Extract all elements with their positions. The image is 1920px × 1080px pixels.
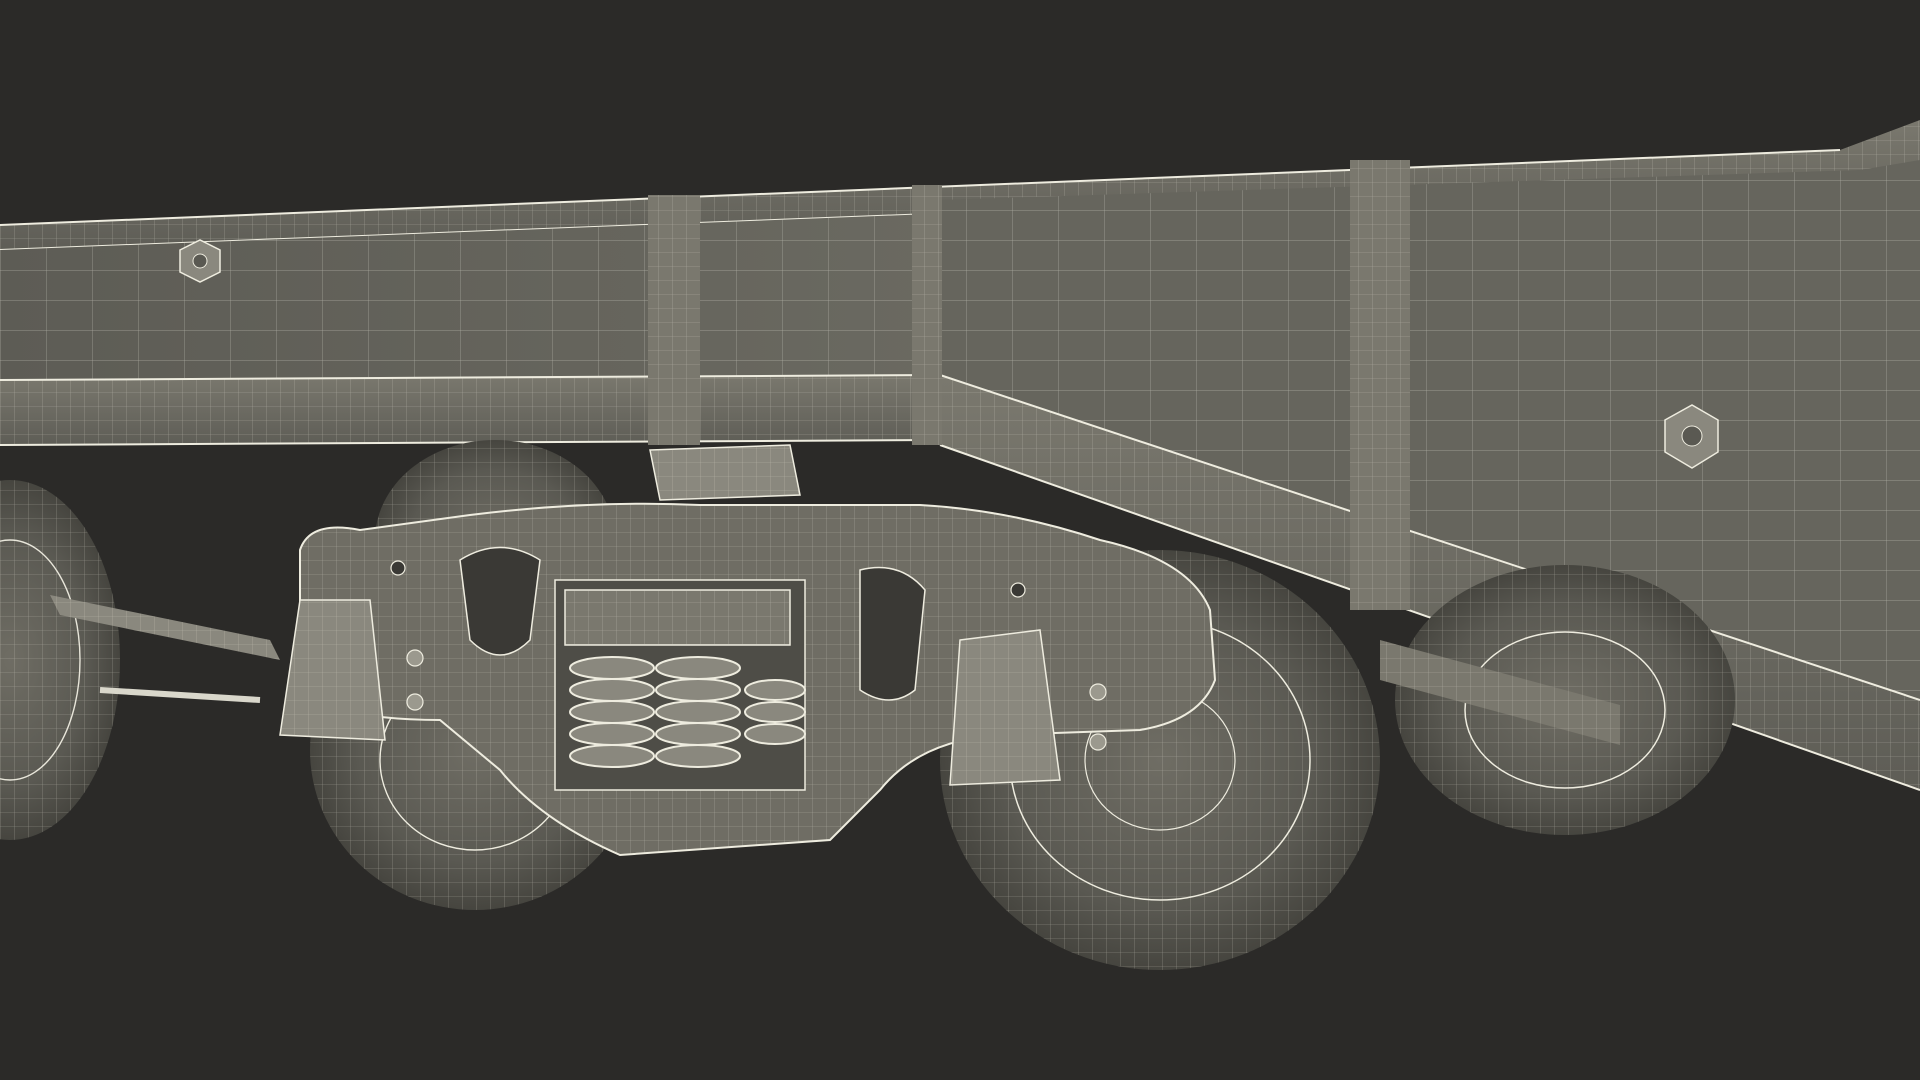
- lower-beam: [0, 374, 941, 446]
- frame-opening-left: [459, 546, 541, 656]
- brake-shoe-right: [949, 629, 1061, 786]
- wireframe-render: [0, 0, 1920, 1080]
- hex-bolt-left: [179, 239, 221, 283]
- frame-opening-right: [859, 566, 926, 701]
- render-viewport: [0, 0, 1920, 1080]
- spring-nest: [554, 579, 806, 791]
- bolster-top: [649, 444, 801, 501]
